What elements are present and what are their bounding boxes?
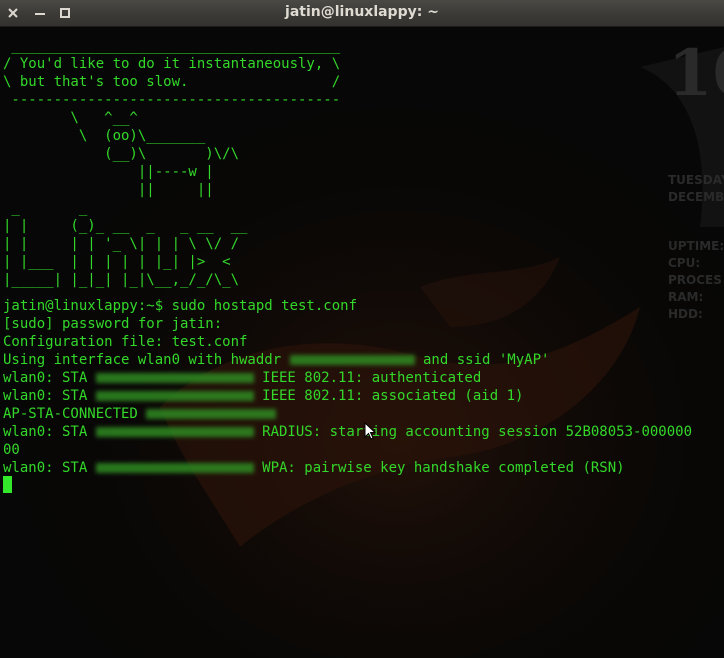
terminal-line: AP-STA-CONNECTED	[3, 405, 277, 423]
terminal-cursor[interactable]	[3, 476, 12, 493]
terminal-line: jatin@linuxlappy:~$ sudo hostapd test.co…	[3, 298, 358, 314]
widget-ram: RAM:	[668, 290, 704, 304]
window-title: jatin@linuxlappy: ~	[285, 4, 439, 20]
widget-cpu: CPU:	[668, 256, 701, 270]
redacted-mac	[146, 409, 277, 419]
terminal-line: 00	[3, 442, 20, 458]
clock-widget: 10	[668, 36, 724, 111]
redacted-mac	[95, 373, 254, 383]
mouse-pointer-icon	[364, 422, 376, 440]
terminal-line: [sudo] password for jatin:	[3, 316, 223, 332]
terminal-window: jatin@linuxlappy: ~ 10 TUESDAY DECEMBE U…	[0, 0, 724, 658]
redacted-mac	[95, 391, 254, 401]
terminal-line: wlan0: STA IEEE 802.11: authenticated	[3, 370, 482, 386]
redacted-mac	[95, 463, 254, 473]
terminal-line: Using interface wlan0 with hwaddr and ss…	[3, 352, 550, 368]
cowsay-ascii-art: _______________________________________ …	[3, 38, 341, 288]
widget-processes: PROCES	[668, 273, 722, 287]
terminal-line: wlan0: STA IEEE 802.11: associated (aid …	[3, 388, 524, 404]
widget-day: TUESDAY	[668, 173, 724, 187]
widget-hdd: HDD:	[668, 307, 703, 321]
title-bar[interactable]: jatin@linuxlappy: ~	[0, 0, 724, 27]
widget-month: DECEMBE	[668, 190, 724, 204]
redacted-mac	[289, 355, 415, 365]
terminal-line: wlan0: STA RADIUS: starting accounting s…	[3, 424, 693, 440]
terminal-line: Configuration file: test.conf	[3, 334, 248, 350]
widget-uptime: UPTIME:	[668, 239, 724, 253]
terminal-line: wlan0: STA WPA: pairwise key handshake c…	[3, 460, 625, 476]
redacted-mac	[95, 427, 254, 437]
